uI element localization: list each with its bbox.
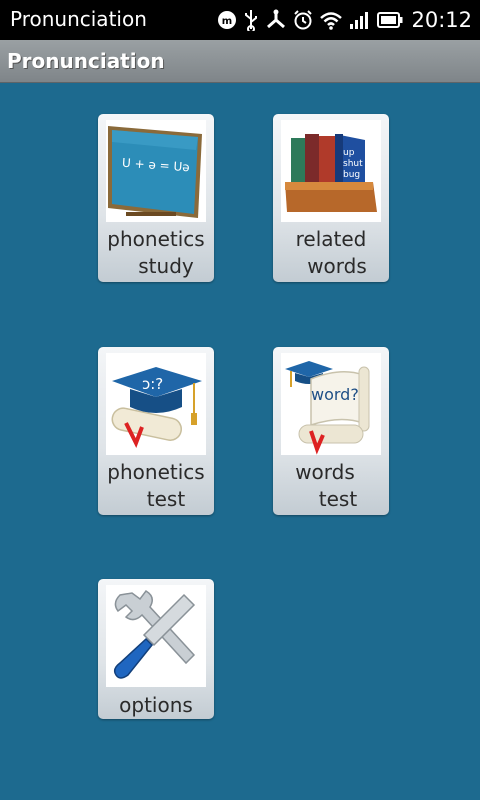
scroll-text: word? <box>311 385 359 404</box>
tile-label: phonetics test <box>98 459 214 513</box>
tile-label-line1: phonetics <box>107 227 205 251</box>
tile-label-line1: options <box>119 693 193 717</box>
options-button[interactable]: options <box>98 579 214 719</box>
book-word: shut <box>343 159 363 169</box>
graduation-cap-icon: ɔ:? <box>106 353 206 455</box>
diploma-icon: word? <box>281 353 381 455</box>
tile-label-line2: words <box>307 254 367 278</box>
wifi-icon <box>320 12 343 30</box>
status-icons: m 20:12 <box>217 6 472 34</box>
book-spine-text: up shut bug <box>343 148 367 181</box>
phonetics-study-button[interactable]: U + ə = Uə phonetics study <box>98 114 214 282</box>
tile-label-line2: test <box>146 487 186 511</box>
status-bar: Pronunciation m 20:12 <box>0 0 480 40</box>
tile-label-line1: related <box>295 227 367 251</box>
book-word: up <box>343 148 355 158</box>
notification-m-icon: m <box>218 11 237 29</box>
tile-label: options <box>98 692 214 719</box>
alarm-icon <box>294 10 313 30</box>
page-title: Pronunciation <box>7 49 165 73</box>
tile-label-line2: test <box>318 487 358 511</box>
tile-label: words test <box>273 459 389 513</box>
action-bar: Pronunciation <box>0 40 480 83</box>
status-time: 20:12 <box>411 8 472 32</box>
signal-icon <box>350 12 369 29</box>
status-app-name: Pronunciation <box>10 7 147 31</box>
tile-label: phonetics study <box>98 226 214 280</box>
book-word: bug <box>343 170 361 180</box>
tools-icon <box>106 585 206 687</box>
svg-text:m: m <box>222 16 232 27</box>
related-words-button[interactable]: up shut bug related words <box>273 114 389 282</box>
tile-label-line1: phonetics <box>107 460 205 484</box>
battery-icon <box>377 12 403 28</box>
tile-label-line1: words <box>295 460 355 484</box>
phonetics-test-button[interactable]: ɔ:? phonetics test <box>98 347 214 515</box>
tile-label: related words <box>273 226 389 280</box>
usb-debug-icon <box>267 9 286 29</box>
tile-label-line2: study <box>138 254 194 278</box>
cap-text: ɔ:? <box>142 375 164 393</box>
usb-icon <box>245 10 258 31</box>
chalkboard-icon: U + ə = Uə <box>106 120 206 222</box>
books-icon: up shut bug <box>281 120 381 222</box>
words-test-button[interactable]: word? words test <box>273 347 389 515</box>
